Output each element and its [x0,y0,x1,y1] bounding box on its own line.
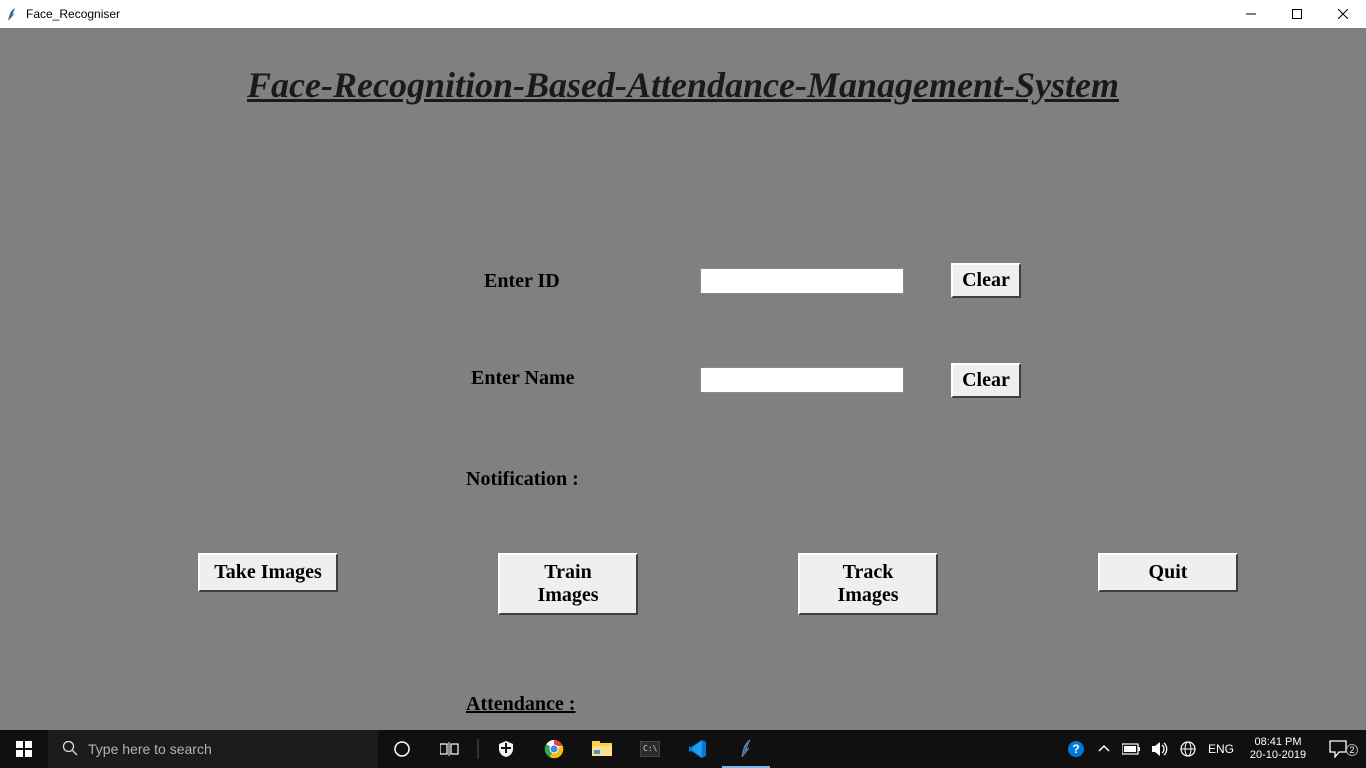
taskbar-search[interactable]: Type here to search [48,730,378,768]
name-field[interactable] [700,367,904,393]
language-indicator[interactable]: ENG [1202,742,1240,756]
taskbar-clock[interactable]: 08:41 PM 20-10-2019 [1240,736,1316,762]
clock-date: 20-10-2019 [1250,749,1306,762]
network-icon[interactable] [1174,740,1202,758]
track-images-button[interactable]: Track Images [798,553,938,615]
volume-icon[interactable] [1146,741,1174,757]
label-enter-name: Enter Name [471,367,575,390]
vscode-icon[interactable] [674,730,722,768]
file-explorer-icon[interactable] [578,730,626,768]
windows-defender-icon[interactable] [482,730,530,768]
window-titlebar: Face_Recogniser [0,0,1366,28]
battery-icon[interactable] [1118,743,1146,755]
window-maximize-button[interactable] [1274,0,1320,28]
system-tray: ? ENG 08:41 PM 20-10-2019 2 [1062,730,1366,768]
page-title: Face-Recognition-Based-Attendance-Manage… [0,64,1366,106]
action-center-icon[interactable]: 2 [1316,740,1360,758]
tk-feather-icon [6,7,20,21]
clear-id-button[interactable]: Clear [951,263,1021,298]
taskbar: Type here to search C:\ [0,730,1366,768]
cortana-icon[interactable] [378,730,426,768]
label-notification: Notification : [466,468,579,491]
id-field[interactable] [700,268,904,294]
quit-button[interactable]: Quit [1098,553,1238,592]
clear-name-button[interactable]: Clear [951,363,1021,398]
python-tk-taskbar-icon[interactable] [722,730,770,768]
taskbar-search-placeholder: Type here to search [88,741,212,757]
notifications-badge: 2 [1346,744,1358,756]
cmd-icon[interactable]: C:\ [626,730,674,768]
svg-text:C:\: C:\ [643,744,658,753]
window-minimize-button[interactable] [1228,0,1274,28]
task-view-icon[interactable] [426,730,474,768]
help-icon[interactable]: ? [1062,740,1090,758]
svg-text:?: ? [1072,742,1079,756]
chrome-icon[interactable] [530,730,578,768]
window-close-button[interactable] [1320,0,1366,28]
separator [474,730,482,768]
search-icon [62,740,78,759]
taskbar-pinned: C:\ [378,730,770,768]
train-images-button[interactable]: Train Images [498,553,638,615]
tray-overflow-icon[interactable] [1090,743,1118,755]
window-title: Face_Recogniser [26,7,120,21]
take-images-button[interactable]: Take Images [198,553,338,592]
clock-time: 08:41 PM [1254,736,1301,749]
app-canvas: Face-Recognition-Based-Attendance-Manage… [0,28,1366,730]
label-enter-id: Enter ID [484,270,560,293]
start-button[interactable] [0,730,48,768]
label-attendance: Attendance : [466,693,575,716]
